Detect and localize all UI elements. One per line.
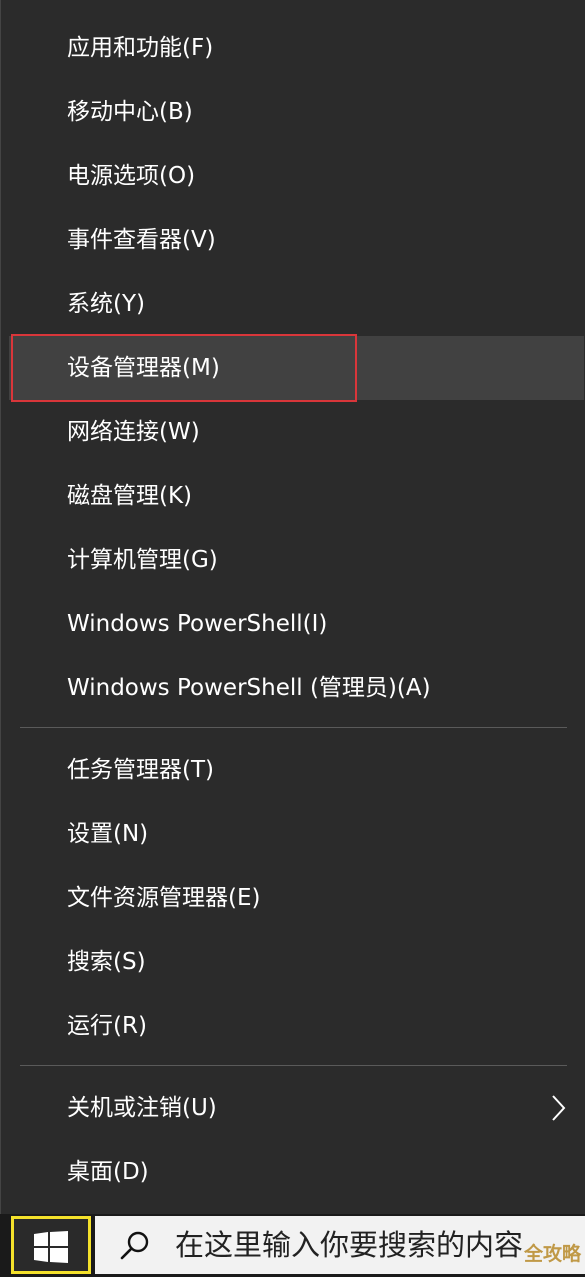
menu-item-label: Windows PowerShell (管理员)(A): [67, 675, 431, 701]
menu-item-label: 计算机管理(G): [67, 547, 218, 573]
menu-item-label: 电源选项(O): [67, 163, 196, 189]
menu-item-apps-features[interactable]: 应用和功能(F): [9, 16, 584, 80]
menu-item-power-options[interactable]: 电源选项(O): [9, 144, 584, 208]
menu-item-task-manager[interactable]: 任务管理器(T): [9, 738, 584, 802]
menu-item-mobility-center[interactable]: 移动中心(B): [9, 80, 584, 144]
menu-item-label: 系统(Y): [67, 291, 145, 317]
windows-logo-icon: [34, 1231, 68, 1263]
menu-item-label: 磁盘管理(K): [67, 483, 193, 509]
menu-item-disk-management[interactable]: 磁盘管理(K): [9, 464, 584, 528]
menu-item-settings[interactable]: 设置(N): [9, 802, 584, 866]
menu-item-label: 移动中心(B): [67, 99, 193, 125]
menu-item-label: 设备管理器(M): [67, 355, 220, 381]
menu-item-desktop[interactable]: 桌面(D): [9, 1140, 584, 1204]
menu-item-run[interactable]: 运行(R): [9, 994, 584, 1058]
menu-item-shutdown-signout[interactable]: 关机或注销(U): [9, 1076, 584, 1140]
menu-separator: [20, 727, 567, 728]
menu-item-label: 桌面(D): [67, 1159, 149, 1185]
menu-item-search[interactable]: 搜索(S): [9, 930, 584, 994]
search-box[interactable]: 在这里输入你要搜索的内容 全攻略: [95, 1216, 585, 1274]
menu-item-powershell-admin[interactable]: Windows PowerShell (管理员)(A): [9, 656, 584, 720]
context-menu: 应用和功能(F) 移动中心(B) 电源选项(O) 事件查看器(V) 系统(Y) …: [0, 0, 585, 1214]
start-button[interactable]: [11, 1216, 91, 1274]
menu-separator: [20, 1065, 567, 1066]
taskbar: 在这里输入你要搜索的内容 全攻略: [0, 1214, 585, 1277]
search-icon: [120, 1231, 149, 1260]
menu-item-network-connections[interactable]: 网络连接(W): [9, 400, 584, 464]
menu-item-label: 任务管理器(T): [67, 757, 214, 783]
menu-item-label: 事件查看器(V): [67, 227, 216, 253]
menu-item-event-viewer[interactable]: 事件查看器(V): [9, 208, 584, 272]
menu-item-device-manager[interactable]: 设备管理器(M): [9, 336, 584, 400]
search-placeholder: 在这里输入你要搜索的内容: [175, 1228, 524, 1262]
menu-item-computer-management[interactable]: 计算机管理(G): [9, 528, 584, 592]
menu-item-file-explorer[interactable]: 文件资源管理器(E): [9, 866, 584, 930]
menu-item-label: 网络连接(W): [67, 419, 200, 445]
menu-item-system[interactable]: 系统(Y): [9, 272, 584, 336]
menu-item-label: 关机或注销(U): [67, 1095, 217, 1121]
menu-item-label: 文件资源管理器(E): [67, 885, 261, 911]
menu-item-label: 应用和功能(F): [67, 35, 214, 61]
menu-item-powershell[interactable]: Windows PowerShell(I): [9, 592, 584, 656]
menu-item-label: 设置(N): [67, 821, 149, 847]
watermark-logo: 全攻略: [523, 1243, 581, 1265]
menu-item-label: 搜索(S): [67, 949, 146, 975]
menu-item-label: Windows PowerShell(I): [67, 611, 328, 637]
chevron-right-icon: [546, 1076, 570, 1140]
menu-item-label: 运行(R): [67, 1013, 147, 1039]
